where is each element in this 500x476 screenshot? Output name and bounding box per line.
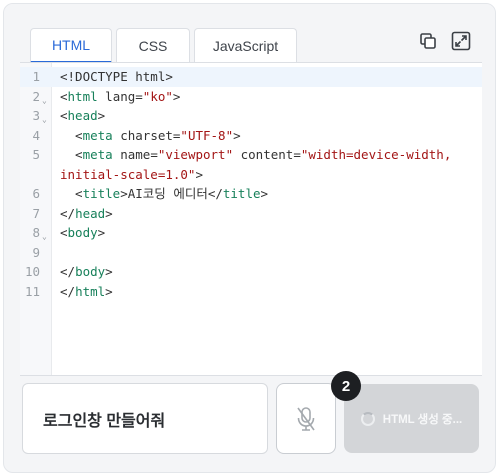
code-token: body: [75, 264, 106, 279]
code-token: content=: [233, 147, 301, 162]
generate-label: HTML 생성 중...: [382, 413, 463, 426]
code-token: name=: [112, 147, 158, 162]
line-number: 6: [32, 186, 40, 201]
code-token: <: [60, 225, 68, 240]
code-text: </head>: [60, 204, 113, 224]
code-token: <!DOCTYPE html>: [60, 69, 173, 84]
code-text: <html lang="ko">: [60, 87, 180, 107]
code-line[interactable]: 8 ⌄ <body>: [20, 223, 482, 243]
code-token: >: [172, 88, 181, 104]
code-token: >: [195, 166, 203, 182]
line-number: 7: [32, 205, 40, 221]
line-number: 9: [32, 244, 40, 260]
code-line[interactable]: 1 <!DOCTYPE html>: [20, 67, 482, 87]
line-number: 11: [24, 283, 40, 299]
code-token: >: [97, 108, 106, 123]
code-line[interactable]: 6 <title>AI코딩 에디터</title>: [20, 184, 482, 204]
code-token: "UTF-8": [180, 127, 234, 143]
code-line[interactable]: initial-scale=1.0">: [20, 165, 482, 185]
code-token: </: [60, 283, 76, 299]
step-badge: 2: [331, 371, 361, 401]
code-token: initial-scale=1.0": [60, 166, 196, 182]
expand-icon[interactable]: [451, 31, 471, 51]
generate-html-button[interactable]: HTML 생성 중...: [344, 384, 479, 453]
code-token: >: [233, 127, 241, 143]
line-number: 8: [32, 225, 40, 240]
code-line[interactable]: 7 </head>: [20, 204, 482, 224]
code-token: <: [60, 88, 68, 104]
editor-panel: HTML CSS JavaScript 1 <!DOCTYPE html> 2 ⌄ <h…: [3, 3, 496, 473]
code-text: </body>: [60, 262, 113, 282]
code-text: <title>AI코딩 에디터</title>: [60, 184, 268, 204]
line-number: 5: [32, 147, 40, 162]
mic-button[interactable]: [276, 383, 336, 454]
code-token: <: [60, 147, 83, 162]
code-token: </: [60, 264, 76, 279]
line-number: 4: [32, 127, 40, 143]
code-token: body: [67, 225, 98, 240]
code-token: meta: [82, 147, 113, 162]
code-token: <: [60, 108, 68, 123]
code-text: <head>: [60, 106, 105, 126]
code-line[interactable]: 11 </html>: [20, 282, 482, 302]
loading-spinner-icon: [360, 411, 375, 426]
prompt-text: 로그인창 만들어줘: [43, 412, 166, 430]
code-token: >: [105, 264, 113, 279]
line-number: 2: [32, 88, 40, 104]
tab-bar: HTML CSS JavaScript: [4, 4, 495, 63]
prompt-input[interactable]: 로그인창 만들어줘: [22, 383, 268, 454]
copy-icon[interactable]: [418, 31, 438, 51]
code-text: <!DOCTYPE html>: [60, 67, 173, 87]
code-token: >AI코딩 에디터</: [120, 186, 223, 201]
code-token: head: [75, 205, 106, 221]
code-token: <: [60, 186, 83, 201]
code-token: </: [60, 205, 76, 221]
code-token: "ko": [142, 88, 173, 104]
code-token: head: [67, 108, 98, 123]
code-token: title: [82, 186, 121, 201]
code-token: title: [222, 186, 261, 201]
code-token: >: [260, 186, 269, 201]
code-line[interactable]: 9: [20, 243, 482, 263]
code-editor[interactable]: 1 <!DOCTYPE html> 2 ⌄ <html lang="ko"> 3 ⌄ <hea…: [20, 62, 482, 376]
code-token: lang=: [97, 88, 143, 104]
code-text: <body>: [60, 223, 105, 243]
code-text: </html>: [60, 282, 113, 302]
code-text: initial-scale=1.0">: [60, 165, 203, 185]
code-token: charset=: [112, 127, 181, 143]
code-token: html: [67, 88, 98, 104]
code-line[interactable]: 2 ⌄ <html lang="ko">: [20, 87, 482, 107]
code-line[interactable]: 4 <meta charset="UTF-8">: [20, 126, 482, 146]
code-text: <meta name="viewport" content="width=dev…: [60, 145, 451, 165]
code-token: html: [75, 283, 106, 299]
line-number: 1: [32, 69, 40, 84]
tab-html[interactable]: HTML: [30, 28, 112, 63]
code-token: "width=device-width,: [300, 147, 452, 162]
mic-off-icon: [297, 406, 315, 431]
code-line[interactable]: 3 ⌄ <head>: [20, 106, 482, 126]
line-number: 3: [32, 108, 40, 123]
line-number: 10: [24, 264, 40, 279]
code-text: <meta charset="UTF-8">: [60, 126, 241, 146]
tab-css[interactable]: CSS: [116, 28, 190, 63]
code-token: <: [60, 127, 83, 143]
code-token: "viewport": [157, 147, 234, 162]
tab-javascript[interactable]: JavaScript: [194, 28, 297, 63]
code-line[interactable]: 10 </body>: [20, 262, 482, 282]
code-token: meta: [82, 127, 113, 143]
code-token: >: [105, 283, 113, 299]
code-token: >: [105, 205, 113, 221]
code-line[interactable]: 5 <meta name="viewport" content="width=d…: [20, 145, 482, 165]
code-token: >: [97, 225, 106, 240]
